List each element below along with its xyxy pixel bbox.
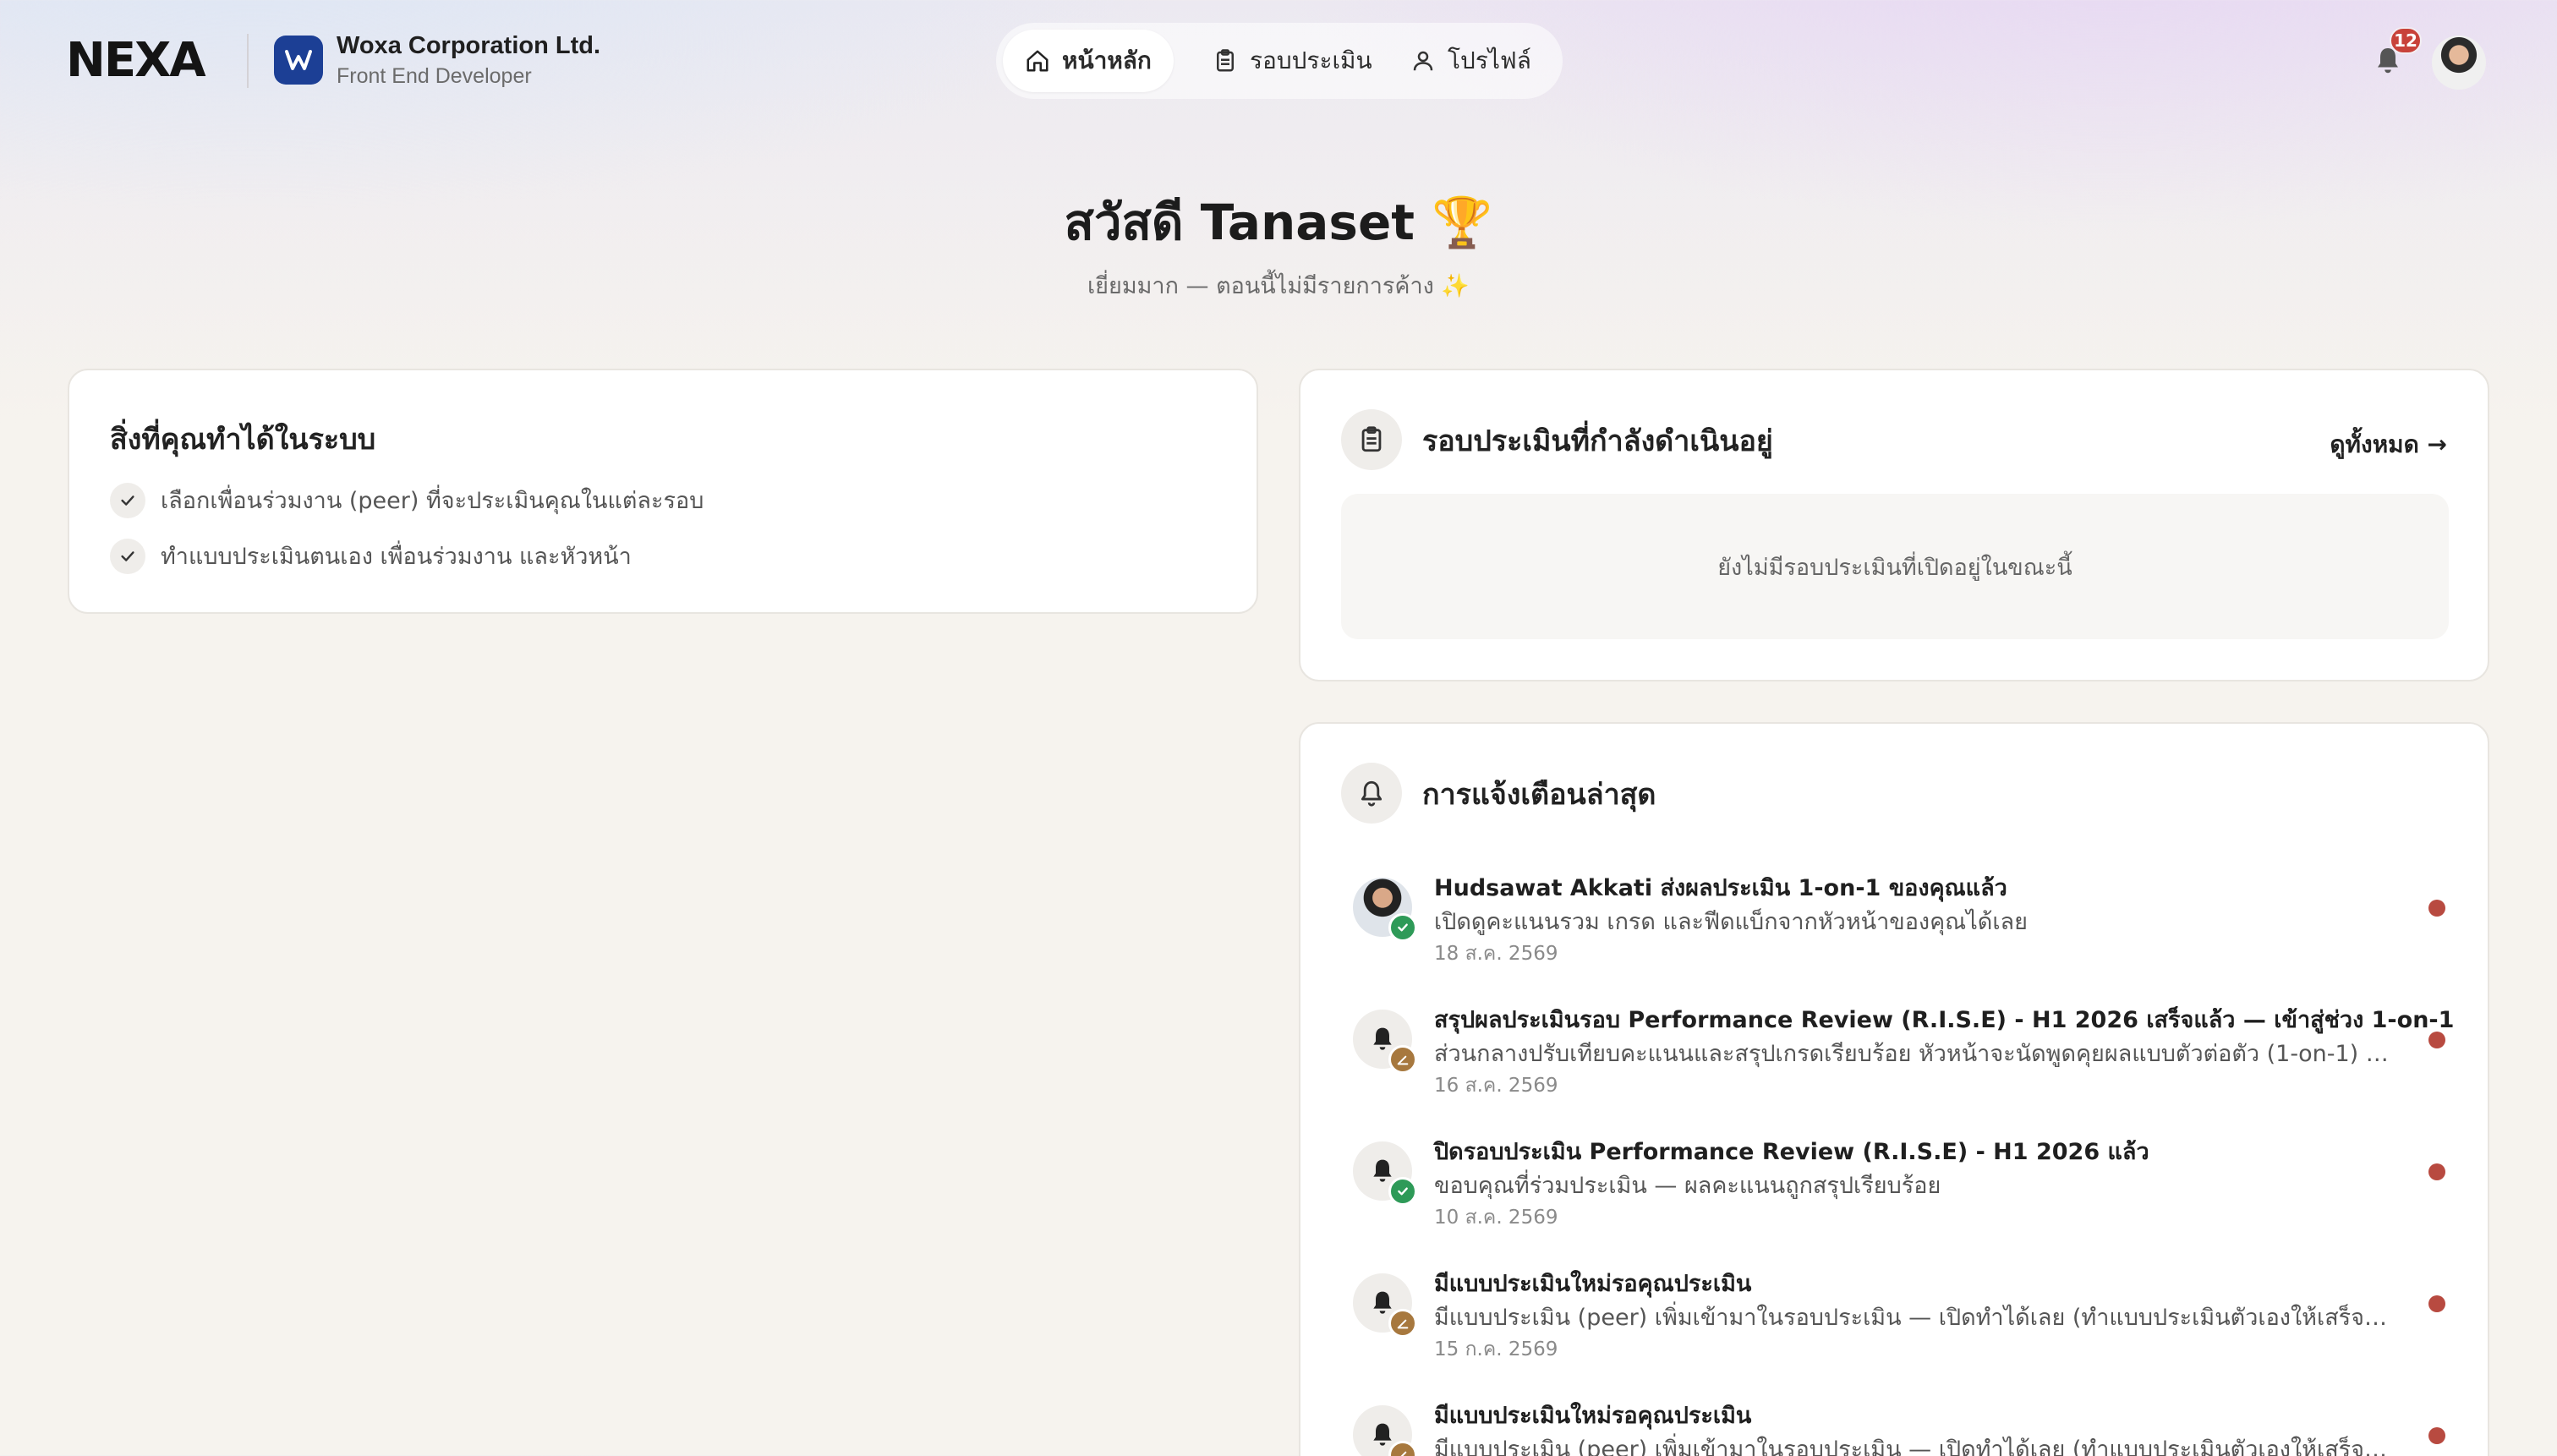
org-name: Woxa Corporation Ltd. bbox=[337, 32, 601, 59]
view-all-link[interactable]: ดูทั้งหมด → bbox=[2330, 426, 2447, 463]
notification-desc: มีแบบประเมิน (peer) เพิ่มเข้ามาในรอบประเ… bbox=[1434, 1305, 2398, 1331]
unread-dot bbox=[2428, 1427, 2445, 1444]
unread-dot bbox=[2428, 1163, 2445, 1180]
org-role: Front End Developer bbox=[337, 64, 532, 88]
notification-desc: ส่วนกลางปรับเทียบคะแนนและสรุปเกรดเรียบร้… bbox=[1434, 1041, 2398, 1067]
tab-profile[interactable]: โปรไฟล์ bbox=[1388, 30, 1553, 92]
logo-divider bbox=[247, 34, 249, 88]
notification-item[interactable]: ปิดรอบประเมิน Performance Review (R.I.S.… bbox=[1353, 1139, 2452, 1260]
check-icon bbox=[110, 482, 145, 518]
empty-state-text: ยังไม่มีรอบประเมินที่เปิดอยู่ในขณะนี้ bbox=[1717, 554, 2072, 581]
notifications-title: การแจ้งเตือนล่าสุด bbox=[1422, 778, 1656, 812]
rounds-empty-state: ยังไม่มีรอบประเมินที่เปิดอยู่ในขณะนี้ bbox=[1341, 494, 2449, 639]
greeting-title: สวัสดี Tanaset 🏆 bbox=[1064, 194, 1493, 251]
greeting-subtitle: เยี่ยมมาก — ตอนนี้ไม่มีรายการค้าง ✨ bbox=[1087, 273, 1470, 299]
home-icon bbox=[1027, 50, 1049, 72]
edit-badge-icon bbox=[1388, 1045, 1417, 1074]
check-badge-icon bbox=[1388, 1177, 1417, 1206]
tab-rounds-label: รอบประเมิน bbox=[1250, 47, 1372, 74]
notification-item[interactable]: มีแบบประเมินใหม่รอคุณประเมิน มีแบบประเมิ… bbox=[1353, 1271, 2452, 1392]
capability-item: ทำแบบประเมินตนเอง เพื่อนร่วมงาน และหัวหน… bbox=[110, 538, 632, 574]
rounds-title: รอบประเมินที่กำลังดำเนินอยู่ bbox=[1422, 424, 1773, 458]
unread-dot bbox=[2428, 1295, 2445, 1312]
notification-title: Hudsawat Akkati ส่งผลประเมิน 1-on-1 ของค… bbox=[1434, 875, 2007, 901]
bell-icon bbox=[1341, 763, 1402, 824]
nexa-logo[interactable]: NEXA bbox=[66, 37, 227, 85]
capabilities-card: สิ่งที่คุณทำได้ในระบบ เลือกเพื่อนร่วมงาน… bbox=[68, 369, 1258, 614]
notification-desc: ขอบคุณที่ร่วมประเมิน — ผลคะแนนถูกสรุปเรี… bbox=[1434, 1173, 1941, 1199]
main-nav: หน้าหลัก รอบประเมิน โปรไฟล์ bbox=[996, 23, 1563, 99]
notification-title: มีแบบประเมินใหม่รอคุณประเมิน bbox=[1434, 1271, 1752, 1297]
tab-home-label: หน้าหลัก bbox=[1062, 47, 1152, 74]
notification-count-badge: 12 bbox=[2390, 27, 2422, 54]
top-header: NEXA Woxa Corporation Ltd. Front End Dev… bbox=[0, 0, 2557, 127]
notification-item[interactable]: มีแบบประเมินใหม่รอคุณประเมิน มีแบบประเมิ… bbox=[1353, 1403, 2452, 1456]
capability-text: เลือกเพื่อนร่วมงาน (peer) ที่จะประเมินคุ… bbox=[161, 488, 704, 514]
notification-date: 15 ก.ค. 2569 bbox=[1434, 1338, 1558, 1360]
unread-dot bbox=[2428, 900, 2445, 917]
clipboard-icon bbox=[1341, 409, 1402, 470]
notification-desc: มีแบบประเมิน (peer) เพิ่มเข้ามาในรอบประเ… bbox=[1434, 1437, 2398, 1456]
capabilities-title: สิ่งที่คุณทำได้ในระบบ bbox=[110, 423, 376, 457]
notification-desc: เปิดดูคะแนนรวม เกรด และฟีดแบ็กจากหัวหน้า… bbox=[1434, 909, 2028, 935]
check-badge-icon bbox=[1388, 913, 1417, 942]
notification-title: สรุปผลประเมินรอบ Performance Review (R.I… bbox=[1434, 1007, 2455, 1033]
tab-home[interactable]: หน้าหลัก bbox=[1003, 30, 1174, 92]
capability-text: ทำแบบประเมินตนเอง เพื่อนร่วมงาน และหัวหน… bbox=[161, 544, 632, 570]
notification-date: 16 ส.ค. 2569 bbox=[1434, 1075, 1558, 1097]
notification-title: มีแบบประเมินใหม่รอคุณประเมิน bbox=[1434, 1403, 1752, 1429]
notifications-card: การแจ้งเตือนล่าสุด Hudsawat Akkati ส่งผล… bbox=[1299, 722, 2489, 1456]
tab-profile-label: โปรไฟล์ bbox=[1448, 47, 1531, 74]
capability-item: เลือกเพื่อนร่วมงาน (peer) ที่จะประเมินคุ… bbox=[110, 482, 704, 518]
clipboard-icon bbox=[1217, 49, 1234, 72]
woxa-logo-icon bbox=[274, 36, 323, 85]
edit-badge-icon bbox=[1388, 1309, 1417, 1338]
user-avatar[interactable] bbox=[2432, 36, 2486, 90]
notification-item[interactable]: สรุปผลประเมินรอบ Performance Review (R.I… bbox=[1353, 1007, 2454, 1128]
notification-item[interactable]: Hudsawat Akkati ส่งผลประเมิน 1-on-1 ของค… bbox=[1353, 875, 2452, 996]
active-rounds-card: รอบประเมินที่กำลังดำเนินอยู่ ดูทั้งหมด →… bbox=[1299, 369, 2489, 681]
check-icon bbox=[110, 538, 145, 574]
user-icon bbox=[1413, 51, 1433, 71]
notification-date: 10 ส.ค. 2569 bbox=[1434, 1207, 1558, 1229]
unread-dot bbox=[2428, 1032, 2445, 1048]
tab-rounds[interactable]: รอบประเมิน bbox=[1191, 30, 1394, 92]
notification-date: 18 ส.ค. 2569 bbox=[1434, 943, 1558, 965]
notification-title: ปิดรอบประเมิน Performance Review (R.I.S.… bbox=[1434, 1139, 2149, 1165]
